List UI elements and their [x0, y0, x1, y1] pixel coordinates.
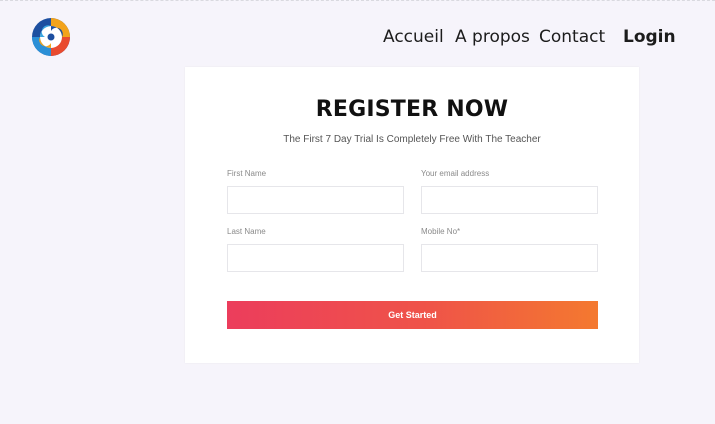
register-title: REGISTER NOW: [315, 97, 509, 122]
login-link[interactable]: Login: [623, 27, 676, 47]
mobile-input[interactable]: [421, 244, 598, 272]
nav-link-accueil[interactable]: Accueil: [383, 27, 444, 47]
last-name-input[interactable]: [227, 244, 404, 272]
nav-link-contact[interactable]: Contact: [539, 27, 605, 47]
main-nav: Accueil A propos Contact Login: [0, 27, 715, 49]
register-card: REGISTER NOW The First 7 Day Trial Is Co…: [185, 67, 639, 363]
last-name-label: Last Name: [227, 227, 266, 236]
first-name-label: First Name: [227, 169, 267, 178]
first-name-input[interactable]: [227, 186, 404, 214]
top-divider: [0, 0, 715, 1]
get-started-button[interactable]: Get Started: [227, 301, 598, 329]
register-subtitle: The First 7 Day Trial Is Completely Free…: [283, 134, 541, 145]
nav-link-a-propos[interactable]: A propos: [455, 27, 530, 47]
mobile-label: Mobile No*: [421, 227, 461, 236]
email-label: Your email address: [421, 169, 490, 178]
email-input[interactable]: [421, 186, 598, 214]
